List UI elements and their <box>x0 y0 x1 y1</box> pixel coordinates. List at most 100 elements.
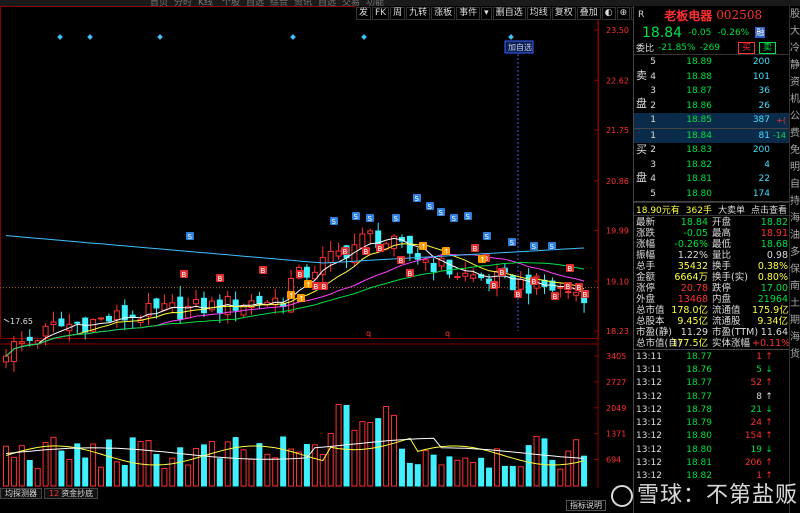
side-shortcut[interactable]: 资 <box>790 74 800 91</box>
volume-bar <box>430 454 437 487</box>
toolbar-button[interactable]: 事件 <box>456 6 481 20</box>
toolbar-button[interactable]: 均线 <box>526 6 551 20</box>
toolbar-button[interactable]: FK <box>372 6 390 20</box>
event-diamond-icon[interactable] <box>57 34 63 40</box>
toolbar-button[interactable]: ▾ <box>481 6 492 20</box>
side-shortcut[interactable]: 费 <box>790 125 800 142</box>
side-shortcut[interactable]: 货 <box>790 346 800 363</box>
volume-bar <box>398 448 405 487</box>
asks-row[interactable]: 2 18.86 26 <box>634 99 789 114</box>
toolbar-button[interactable]: 叠加 <box>576 6 601 20</box>
bids-row[interactable]: 3 18.82 4 <box>634 158 789 173</box>
webi-label: 委比 <box>636 44 655 54</box>
toolbar-button[interactable]: 复权 <box>551 6 576 20</box>
big-order-vol: 362手 <box>685 205 712 216</box>
indicator-tab[interactable]: 均探测器 <box>0 488 42 499</box>
event-diamond-icon[interactable] <box>87 34 93 40</box>
side-shortcut[interactable]: 保 <box>790 261 800 278</box>
toolbar-button[interactable]: 周 <box>390 6 406 20</box>
buy-signal-icon-label: B <box>516 291 521 299</box>
tick-time: 13:12 <box>636 431 662 442</box>
side-shortcut[interactable]: 冷 <box>790 40 800 57</box>
volume-bar <box>74 443 81 487</box>
side-shortcut[interactable]: 土 <box>790 295 800 312</box>
tick-arrow-icon: ↑ <box>765 418 773 429</box>
side-shortcut[interactable]: 明 <box>790 159 800 176</box>
asks-row[interactable]: 4 18.88 101 <box>634 70 789 85</box>
kline-chart[interactable]: 23.50 22.62 21.75 20.86 19.99 19.10 18.23 3405 2… <box>0 6 685 507</box>
candle-body <box>26 336 33 341</box>
bids-row[interactable]: 1 18.84 81 -14 <box>634 128 789 143</box>
indicator-tab[interactable]: 12 资金抄底 <box>44 488 99 499</box>
event-marker[interactable]: q <box>366 329 371 338</box>
margin-badge: 融 <box>755 27 766 38</box>
candle-body <box>50 321 57 326</box>
volume-bar <box>208 440 215 487</box>
side-shortcut[interactable]: 油 <box>790 227 800 244</box>
side-shortcut[interactable]: 多 <box>790 244 800 261</box>
tick-price: 18.77 <box>686 378 712 389</box>
toolbar-button[interactable]: ◐ <box>601 6 616 20</box>
side-shortcut[interactable]: 海 <box>790 329 800 346</box>
snowball-logo-icon <box>611 485 633 507</box>
side-shortcut[interactable]: 自 <box>790 176 800 193</box>
toolbar-button[interactable]: 涨板 <box>431 6 456 20</box>
event-diamond-icon[interactable] <box>157 34 163 40</box>
side-shortcut[interactable]: 机 <box>790 91 800 108</box>
indicator-tab-label: 资金抄底 <box>61 489 94 498</box>
stat-row: 总市值 178.0亿 流通值 175.9亿 <box>634 305 789 316</box>
asks-row[interactable]: 3 18.87 36 <box>634 84 789 99</box>
stat-label: 涨跌 <box>636 228 656 239</box>
tick-arrow-icon: ↓ <box>765 444 773 455</box>
sell-button[interactable]: 卖 <box>759 41 777 54</box>
asks-level: 5 <box>650 57 656 68</box>
buy-signal-icon-label: B <box>322 283 327 291</box>
side-shortcut[interactable]: 期 <box>790 312 800 329</box>
candle-body <box>446 259 453 275</box>
asks-volume: 101 <box>752 71 770 82</box>
event-diamond-icon[interactable] <box>508 34 514 40</box>
volume-bar <box>327 432 334 487</box>
sell-signal-icon-label: S <box>550 243 555 251</box>
indicator-help-button[interactable]: 指标说明 <box>566 500 606 511</box>
side-shortcut[interactable]: 股 <box>790 6 800 23</box>
side-shortcut[interactable]: 公 <box>790 108 800 125</box>
toolbar-button[interactable]: ⊕ <box>616 6 631 20</box>
candle-body <box>557 286 564 289</box>
event-marker[interactable]: q <box>445 329 450 338</box>
side-shortcut[interactable]: 免 <box>790 142 800 159</box>
price-change-pct: -0.26% <box>717 27 750 38</box>
buy-button[interactable]: 买 <box>738 41 756 54</box>
stat-label: 实体涨幅 <box>712 338 751 349</box>
stat-label: 涨幅 <box>636 239 656 250</box>
asks-row[interactable]: 1 18.85 387 +( <box>634 113 789 128</box>
side-shortcut[interactable]: 持 <box>790 193 800 210</box>
tick-time: 13:12 <box>636 444 662 455</box>
bids-row[interactable]: 2 18.83 200 <box>634 143 789 158</box>
add-watchlist-button[interactable]: 加自选 <box>508 42 532 52</box>
asks-row[interactable]: 5 18.89 200 <box>634 55 789 70</box>
kline-chart-canvas[interactable]: 23.50 22.62 21.75 20.86 19.99 19.10 18.23 3405 2… <box>0 6 633 488</box>
candle-body <box>335 250 342 257</box>
bids-row[interactable]: 4 18.81 22 <box>634 172 789 187</box>
big-order-link[interactable]: 点击查看 <box>751 203 787 216</box>
event-diamond-icon[interactable] <box>361 34 367 40</box>
stat-label: 换手 <box>712 261 732 272</box>
side-shortcut[interactable]: 静 <box>790 57 800 74</box>
event-diamond-icon[interactable] <box>290 34 296 40</box>
stat-label: 最高 <box>712 228 732 239</box>
stat-value: 178.0亿 <box>671 305 708 316</box>
side-shortcut[interactable]: 大 <box>790 23 800 40</box>
bids-row[interactable]: 5 18.80 174 <box>634 187 789 202</box>
toolbar-button[interactable]: 发 <box>356 6 372 20</box>
candle-body <box>113 310 120 321</box>
buy-signal-icon-label: B <box>399 257 404 265</box>
volume-axis-label: 2727 <box>606 378 626 387</box>
side-shortcut[interactable]: 海 <box>790 210 800 227</box>
volume-axis-label: 1371 <box>606 430 626 439</box>
toolbar-button[interactable]: 九转 <box>406 6 431 20</box>
toolbar-button[interactable]: 删自选 <box>492 6 526 20</box>
volume-bar <box>296 451 302 487</box>
volume-bar <box>240 449 247 487</box>
side-shortcut[interactable]: 南 <box>790 278 800 295</box>
